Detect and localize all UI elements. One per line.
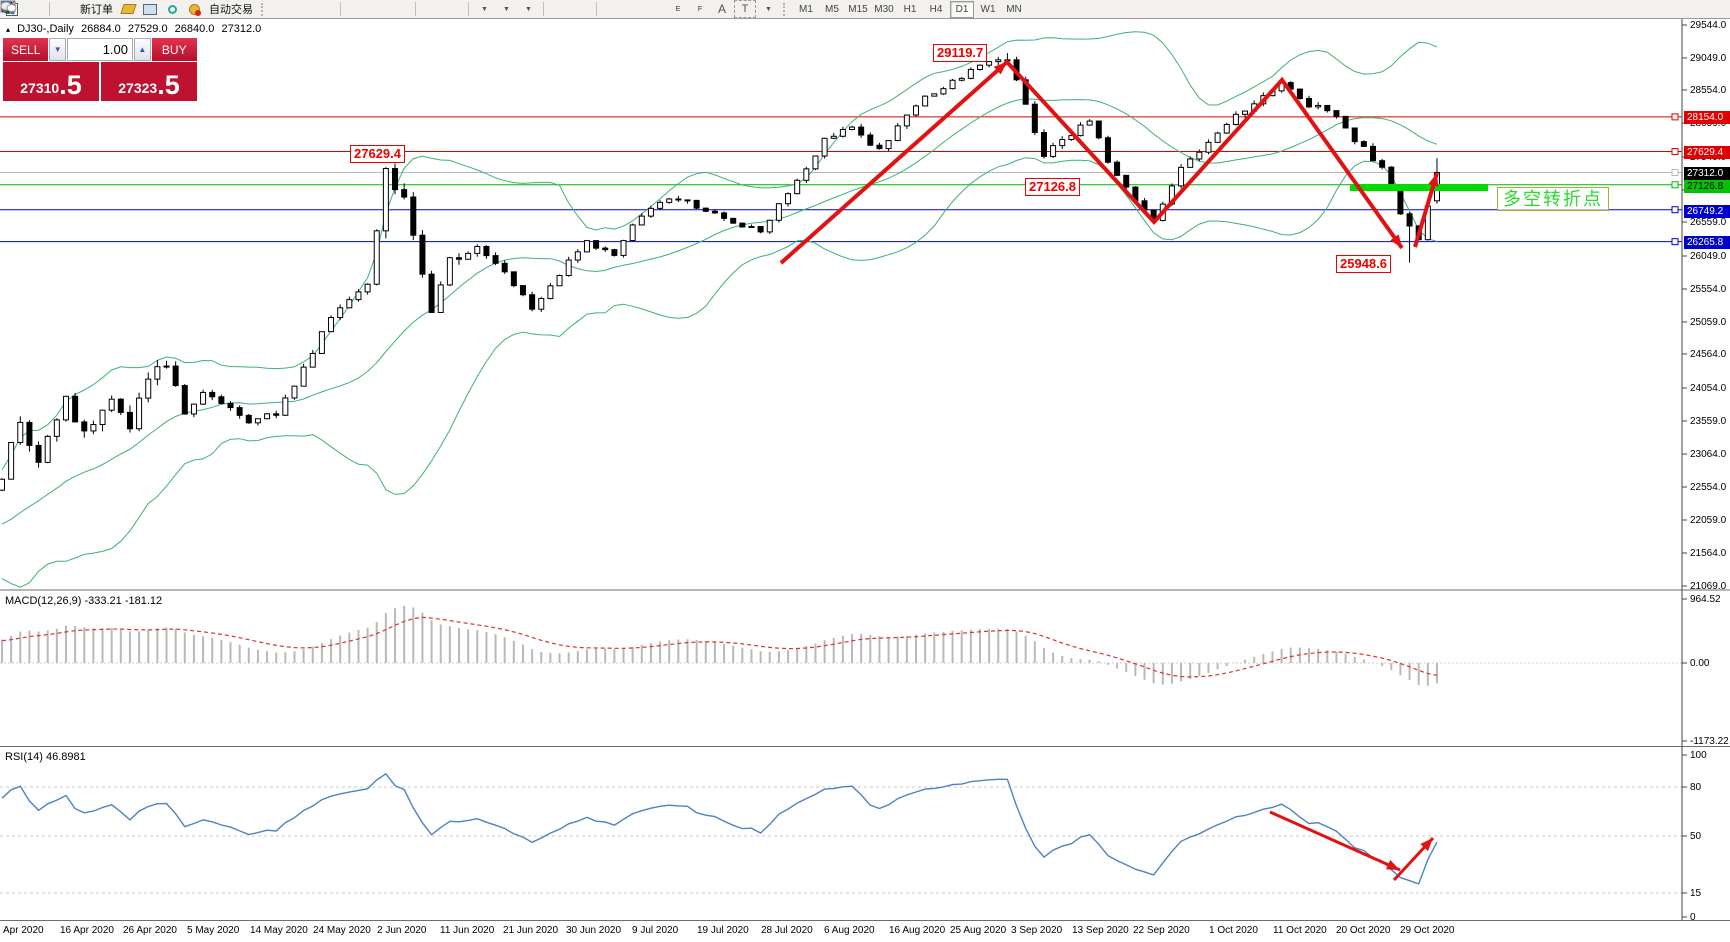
axis-tick-label: 100 xyxy=(1690,750,1707,761)
volume-increase-button[interactable]: ▲ xyxy=(134,38,151,61)
axis-tick-label: 25059.0 xyxy=(1690,317,1726,328)
axis-tick-label: 21564.0 xyxy=(1690,548,1726,559)
volume-decrease-button[interactable]: ▼ xyxy=(49,38,66,61)
date-axis-label: Apr 2020 xyxy=(3,925,44,936)
axis-tick-label: 25554.0 xyxy=(1690,284,1726,295)
sell-price-display[interactable]: 27310.5 xyxy=(3,62,99,101)
turning-point-label[interactable]: 多空转折点 xyxy=(1497,187,1609,211)
axis-tick-label: 50 xyxy=(1690,831,1701,842)
date-axis-label: 28 Jul 2020 xyxy=(761,925,813,936)
price-level-badge: 27126.8 xyxy=(1684,180,1730,193)
price-level-badge: 26749.2 xyxy=(1684,205,1730,218)
axis-tick-label: 21069.0 xyxy=(1690,581,1726,592)
macd-label: MACD(12,26,9) -333.21 -181.12 xyxy=(5,595,162,607)
axis-tick-label: 28554.0 xyxy=(1690,85,1726,96)
date-axis-label: 21 Jun 2020 xyxy=(503,925,558,936)
low-value: 26840.0 xyxy=(175,23,215,35)
axis-tick-label: 80 xyxy=(1690,782,1701,793)
axis-tick-label: 964.52 xyxy=(1690,594,1721,605)
date-axis-label: 5 May 2020 xyxy=(187,925,239,936)
date-axis-label: 22 Sep 2020 xyxy=(1133,925,1190,936)
axis-tick-label: 0.00 xyxy=(1690,658,1709,669)
rsi-label: RSI(14) 46.8981 xyxy=(5,751,86,763)
price-level-badge: 27312.0 xyxy=(1684,167,1730,180)
rsi-value: 46.8981 xyxy=(46,751,86,763)
price-level-badge: 26265.8 xyxy=(1684,236,1730,249)
axis-tick-label: 29049.0 xyxy=(1690,53,1726,64)
axis-tick-label: 22554.0 xyxy=(1690,482,1726,493)
axis-tick-label: 29544.0 xyxy=(1690,20,1726,31)
macd-signal-value: -181.12 xyxy=(125,595,162,607)
low-price-label[interactable]: 25948.6 xyxy=(1336,255,1391,273)
date-axis-label: 24 May 2020 xyxy=(313,925,371,936)
date-axis-label: 11 Oct 2020 xyxy=(1273,925,1327,936)
date-axis-label: 16 Aug 2020 xyxy=(889,925,945,936)
buy-price-display[interactable]: 27323.5 xyxy=(101,62,197,101)
close-value: 27312.0 xyxy=(221,23,261,35)
date-axis-label: 20 Oct 2020 xyxy=(1336,925,1390,936)
trading-platform-window: 新订单 自动交易 ▼ ▼ ▼ E F A T ▼ M1M5M15M30H1H4D xyxy=(0,0,1730,942)
high-value: 27529.0 xyxy=(128,23,168,35)
peak-price-label[interactable]: 29119.7 xyxy=(933,44,987,62)
volume-input[interactable] xyxy=(67,38,133,61)
date-axis-label: 26 Apr 2020 xyxy=(123,925,177,936)
support-price-label[interactable]: 27126.8 xyxy=(1025,178,1080,196)
date-axis-label: 11 Jun 2020 xyxy=(440,925,494,936)
open-value: 26884.0 xyxy=(81,23,121,35)
price-level-badge: 27629.4 xyxy=(1684,146,1730,159)
axis-tick-label: -1173.22 xyxy=(1690,736,1729,747)
collapse-arrow-icon[interactable]: ▴ xyxy=(6,25,10,34)
axis-tick-label: 15 xyxy=(1690,888,1701,899)
date-axis-label: 13 Sep 2020 xyxy=(1072,925,1129,936)
date-axis-label: 25 Aug 2020 xyxy=(950,925,1006,936)
axis-tick-label: 23559.0 xyxy=(1690,416,1726,427)
symbol-period-label: DJ30-,Daily xyxy=(17,23,74,35)
macd-main-value: -333.21 xyxy=(84,595,121,607)
chart-canvas[interactable] xyxy=(0,0,1730,942)
date-axis-label: 30 Jun 2020 xyxy=(566,925,621,936)
date-axis-label: 16 Apr 2020 xyxy=(60,925,114,936)
date-axis-label: 29 Oct 2020 xyxy=(1400,925,1454,936)
one-click-trading-panel: SELL ▼ ▲ BUY 27310.5 27323.5 xyxy=(3,38,197,101)
date-axis-label: 6 Aug 2020 xyxy=(824,925,875,936)
resistance-price-label[interactable]: 27629.4 xyxy=(350,145,405,163)
date-axis-label: 14 May 2020 xyxy=(250,925,308,936)
date-axis-label: 1 Oct 2020 xyxy=(1209,925,1258,936)
axis-tick-label: 24564.0 xyxy=(1690,349,1726,360)
axis-tick-label: 0 xyxy=(1690,912,1696,923)
axis-tick-label: 23064.0 xyxy=(1690,449,1726,460)
date-axis-label: 19 Jul 2020 xyxy=(697,925,749,936)
axis-tick-label: 26559.0 xyxy=(1690,217,1726,228)
axis-tick-label: 22059.0 xyxy=(1690,515,1726,526)
sell-button[interactable]: SELL xyxy=(3,38,48,61)
date-axis-label: 2 Jun 2020 xyxy=(377,925,427,936)
buy-button[interactable]: BUY xyxy=(152,38,197,61)
date-axis-label: 9 Jul 2020 xyxy=(632,925,678,936)
chart-ohlc-header: ▴ DJ30-,Daily 26884.0 27529.0 26840.0 27… xyxy=(6,23,265,35)
price-level-badge: 28154.0 xyxy=(1684,111,1730,124)
axis-tick-label: 26049.0 xyxy=(1690,251,1726,262)
date-axis-label: 3 Sep 2020 xyxy=(1011,925,1062,936)
axis-tick-label: 24054.0 xyxy=(1690,383,1726,394)
